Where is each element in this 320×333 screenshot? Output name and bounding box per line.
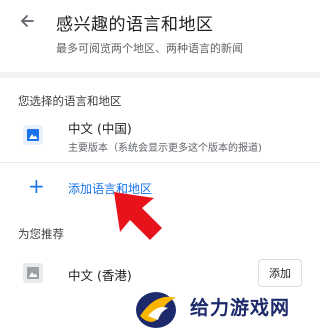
plus-icon: + [28,174,45,198]
selected-language-desc: 主要版本（系统会显示更多这个版本的报道) [68,143,262,154]
recommend-section-label: 为您推荐 [18,227,64,241]
section-divider [0,72,320,78]
red-arrow-annotation [114,192,162,240]
watermark-logo [136,292,176,328]
app-header: 感兴趣的语言和地区 最多可阅览两个地区、两种语言的新闻 [0,0,320,68]
item-divider [0,162,320,163]
back-button[interactable] [14,8,40,34]
language-icon [22,124,44,146]
selected-section-label: 您选择的语言和地区 [18,94,122,108]
add-recommended-button[interactable]: 添加 [258,259,302,287]
page-title: 感兴趣的语言和地区 [56,15,214,35]
language-icon-grey [22,262,44,284]
back-arrow-icon [21,15,34,27]
watermark-text: 给力游戏网 [190,297,291,319]
recommended-language-name: 中文 (香港) [68,268,132,283]
selected-language-name: 中文 (中国) [68,121,132,136]
page-subtitle: 最多可阅览两个地区、两种语言的新闻 [56,42,243,55]
